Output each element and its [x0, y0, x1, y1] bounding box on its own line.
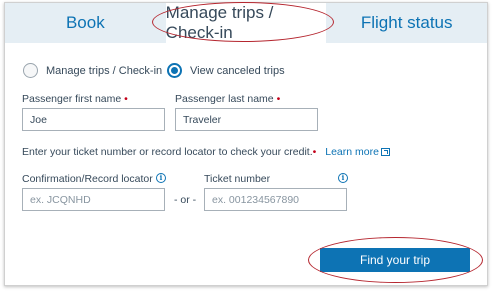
- first-name-label-text: Passenger first name: [22, 93, 122, 105]
- confirmation-input[interactable]: [22, 188, 165, 211]
- confirmation-label: Confirmation/Record locator: [22, 173, 153, 185]
- last-name-label-text: Passenger last name: [175, 93, 274, 105]
- required-mark: •: [312, 146, 317, 158]
- radio-manage-label: Manage trips / Check-in: [46, 64, 163, 77]
- last-name-input[interactable]: [175, 108, 318, 131]
- highlight-circle-button: [308, 237, 483, 283]
- radio-manage-trips[interactable]: Manage trips / Check-in: [23, 63, 162, 78]
- ticket-input[interactable]: [204, 188, 347, 211]
- first-name-input[interactable]: [22, 108, 165, 131]
- radio-canceled-label: View canceled trips: [190, 64, 285, 77]
- learn-more-link[interactable]: Learn more: [325, 146, 390, 158]
- required-mark: •: [124, 93, 128, 105]
- external-link-icon: [380, 148, 390, 156]
- last-name-label: Passenger last name •: [175, 93, 280, 105]
- learn-more-label: Learn more: [325, 146, 379, 158]
- required-mark: •: [276, 93, 281, 105]
- or-separator: - or -: [174, 194, 197, 206]
- tab-flight-status[interactable]: Flight status: [326, 3, 487, 43]
- tab-book[interactable]: Book: [5, 3, 166, 43]
- ticket-label: Ticket number: [204, 173, 271, 185]
- instructions-text: Enter your ticket number or record locat…: [22, 146, 390, 158]
- info-icon[interactable]: i: [338, 173, 348, 183]
- radio-off-icon[interactable]: [23, 63, 38, 78]
- radio-on-icon[interactable]: [167, 63, 182, 78]
- info-icon[interactable]: i: [156, 173, 166, 183]
- highlight-circle-tab: [152, 2, 334, 42]
- first-name-label: Passenger first name •: [22, 93, 128, 105]
- radio-view-canceled[interactable]: View canceled trips: [167, 63, 285, 78]
- instructions-label: Enter your ticket number or record locat…: [22, 146, 313, 158]
